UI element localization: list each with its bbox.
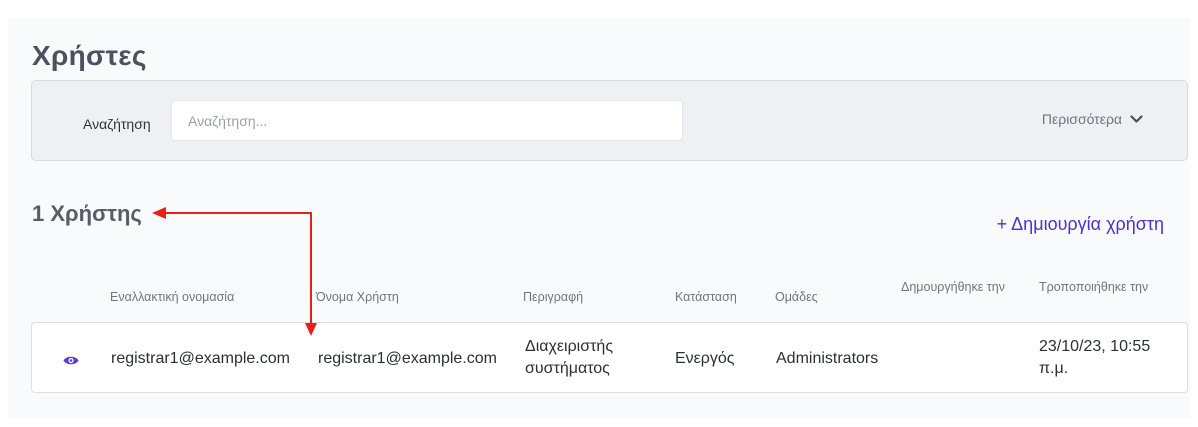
column-header-modified[interactable]: Τροποποιήθηκε την	[1039, 278, 1149, 296]
search-input[interactable]	[171, 100, 683, 141]
cell-alias: registrar1@example.com	[111, 350, 290, 367]
cell-status: Ενεργός	[675, 350, 735, 367]
cell-username: registrar1@example.com	[318, 350, 497, 367]
cell-description: Διαχειριστής συστήματος	[525, 338, 614, 377]
page-title: Χρήστες	[32, 40, 147, 71]
more-filters-toggle[interactable]: Περισσότερα	[1042, 111, 1143, 127]
more-filters-label: Περισσότερα	[1041, 111, 1122, 127]
search-label: Αναζήτηση	[83, 116, 151, 132]
column-header-groups[interactable]: Ομάδες	[775, 288, 818, 306]
cell-groups: Administrators	[776, 350, 879, 367]
chevron-down-icon	[1130, 114, 1143, 123]
table-row[interactable]: registrar1@example.com registrar1@exampl…	[31, 322, 1188, 393]
results-count: 1 Χρήστης	[32, 201, 142, 226]
cell-modified: 23/10/23, 10:55 π.μ.	[1039, 338, 1151, 377]
users-page: Χρήστες Αναζήτηση Περισσότερα 1 Χρήστης …	[8, 18, 1190, 418]
column-header-alias[interactable]: Εναλλακτική ονομασία	[110, 288, 234, 306]
column-header-description[interactable]: Περιγραφή	[523, 288, 583, 306]
eye-icon[interactable]	[63, 355, 79, 366]
column-header-created[interactable]: Δημουργήθηκε την	[901, 278, 1011, 296]
table-header: Εναλλακτική ονομασία Όνομα Χρήστη Περιγρ…	[32, 276, 1188, 326]
column-header-status[interactable]: Κατάσταση	[675, 288, 737, 306]
filter-panel: Αναζήτηση Περισσότερα	[31, 80, 1188, 161]
column-header-username[interactable]: Όνομα Χρήστη	[316, 288, 399, 306]
create-user-link[interactable]: + Δημιουργία χρήστη	[997, 214, 1164, 235]
